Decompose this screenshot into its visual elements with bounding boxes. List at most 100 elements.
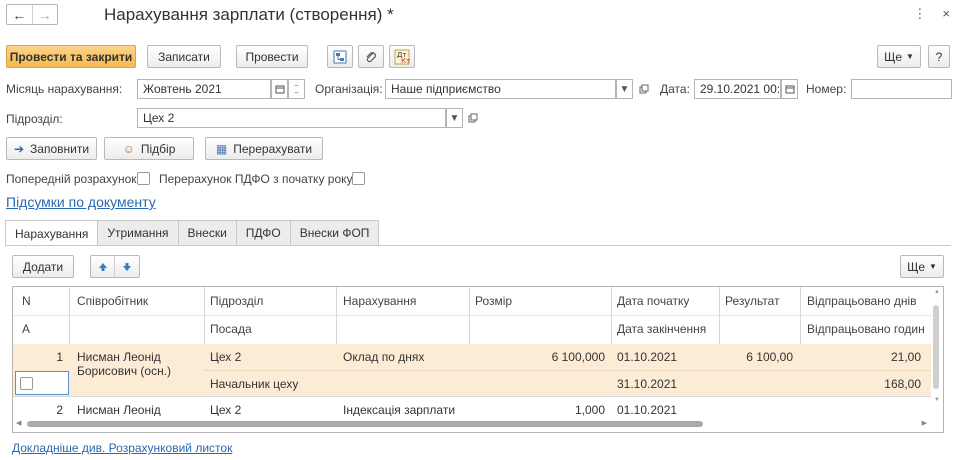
person-select-icon: ☺ <box>122 141 135 156</box>
date-field[interactable]: 29.10.2021 00:00:00 <box>694 79 781 99</box>
help-button[interactable]: ? <box>928 45 950 68</box>
more-label: Ще <box>884 49 902 64</box>
structure-icon[interactable] <box>327 45 353 68</box>
organization-field[interactable]: Наше підприємство <box>385 79 616 99</box>
header-size[interactable]: Розмір <box>475 294 512 308</box>
row1-department[interactable]: Цех 2 <box>210 350 241 364</box>
date-calendar-icon[interactable] <box>781 79 798 99</box>
organization-open-icon[interactable] <box>635 80 653 98</box>
row2-employee[interactable]: Нисман Леонід <box>77 403 161 417</box>
close-icon[interactable]: × <box>942 6 950 22</box>
scroll-left-icon[interactable]: ◀ <box>16 419 21 427</box>
row1-hours-worked[interactable]: 168,00 <box>807 377 921 391</box>
payslip-link[interactable]: Докладніше див. Розрахунковий листок <box>12 441 232 455</box>
header-a[interactable]: A <box>22 322 30 336</box>
tab-pdfo[interactable]: ПДФО <box>235 220 291 245</box>
scroll-down-icon[interactable]: ▼ <box>934 397 940 403</box>
horizontal-scrollbar[interactable]: ◀ ▶ <box>13 416 931 432</box>
calculator-icon: ▦ <box>215 141 228 156</box>
recalculate-label: Перерахувати <box>233 141 313 156</box>
row2-accrual[interactable]: Індексація зарплати <box>343 403 455 417</box>
add-row-button[interactable]: Додати <box>12 255 74 278</box>
window-controls: ⋮ × <box>913 6 950 22</box>
header-date-start[interactable]: Дата початку <box>617 294 689 308</box>
save-button[interactable]: Записати <box>147 45 221 68</box>
fill-arrow-icon: ➔ <box>13 141 25 156</box>
row1-date-start[interactable]: 01.10.2021 <box>617 350 677 364</box>
vertical-scroll-thumb[interactable] <box>933 305 939 389</box>
select-label: Підбір <box>140 141 176 156</box>
month-stepper[interactable]: – – <box>288 79 305 99</box>
header-mid-line <box>13 315 931 316</box>
row2-department[interactable]: Цех 2 <box>210 403 241 417</box>
header-days-worked[interactable]: Відпрацьовано днів <box>807 294 917 308</box>
recalculate-button[interactable]: ▦ Перерахувати <box>205 137 323 160</box>
row1-checkbox[interactable] <box>20 377 33 390</box>
row1-days-worked[interactable]: 21,00 <box>807 350 921 364</box>
fill-button[interactable]: ➔ Заповнити <box>6 137 97 160</box>
header-result[interactable]: Результат <box>725 294 780 308</box>
header-date-end[interactable]: Дата закінчення <box>617 322 706 336</box>
row1-size[interactable]: 6 100,000 <box>475 350 605 364</box>
page-title: Нарахування зарплати (створення) * <box>104 5 394 24</box>
row1-position[interactable]: Начальник цеху <box>210 377 298 391</box>
svg-text:Кт: Кт <box>401 57 410 65</box>
tab-contributions[interactable]: Внески <box>177 220 237 245</box>
row1-accrual[interactable]: Оклад по днях <box>343 350 424 364</box>
row1-date-end[interactable]: 31.10.2021 <box>617 377 677 391</box>
horizontal-scroll-thumb[interactable] <box>27 421 703 427</box>
department-field[interactable]: Цех 2 <box>137 108 446 128</box>
pdfo-recalc-checkbox[interactable] <box>352 172 365 185</box>
forward-icon[interactable]: → <box>31 5 58 24</box>
header-department[interactable]: Підрозділ <box>210 294 263 308</box>
select-button[interactable]: ☺ Підбір <box>104 137 194 160</box>
month-field[interactable]: Жовтень 2021 <box>137 79 271 99</box>
organization-dropdown-icon[interactable]: ▼ <box>616 79 633 99</box>
row2-n: 2 <box>56 403 63 417</box>
scroll-up-icon[interactable]: ▲ <box>934 289 940 295</box>
stepper-down-icon[interactable]: – <box>295 89 299 96</box>
stepper-up-icon[interactable]: – <box>295 82 299 89</box>
row1-mid-line <box>204 370 931 371</box>
department-dropdown-icon[interactable]: ▼ <box>446 108 463 128</box>
tab-divider <box>5 245 951 246</box>
document-totals-link[interactable]: Підсумки по документу <box>6 194 156 210</box>
header-hours-worked[interactable]: Відпрацьовано годин <box>807 322 925 336</box>
tab-bar: Нарахування Утримання Внески ПДФО Внески… <box>5 220 380 246</box>
col-divider-5 <box>611 287 612 344</box>
header-accrual[interactable]: Нарахування <box>343 294 416 308</box>
tab-fop-contributions[interactable]: Внески ФОП <box>289 220 380 245</box>
row1-result[interactable]: 6 100,00 <box>725 350 793 364</box>
calendar-icon[interactable] <box>271 79 288 99</box>
row2-date-start[interactable]: 01.10.2021 <box>617 403 677 417</box>
header-position[interactable]: Посада <box>210 322 252 336</box>
department-open-icon[interactable] <box>464 109 482 127</box>
row1-n: 1 <box>56 350 63 364</box>
more-button[interactable]: Ще ▼ <box>877 45 921 68</box>
scroll-right-icon[interactable]: ▶ <box>922 419 927 427</box>
row1-employee[interactable]: Нисман Леонід Борисович (осн.) <box>77 350 171 378</box>
preliminary-calc-checkbox[interactable] <box>137 172 150 185</box>
move-down-icon[interactable] <box>115 256 139 277</box>
pdfo-recalc-label: Перерахунок ПДФО з початку року: <box>159 172 356 186</box>
move-up-icon[interactable] <box>91 256 115 277</box>
table-more-label: Ще <box>907 259 925 274</box>
move-buttons <box>90 255 140 278</box>
more-menu-icon[interactable]: ⋮ <box>913 6 926 22</box>
debit-credit-icon[interactable]: Дт Кт <box>389 45 415 68</box>
date-label: Дата: <box>660 82 690 96</box>
row2-size[interactable]: 1,000 <box>475 403 605 417</box>
row1-employee-line2: Борисович (осн.) <box>77 364 172 378</box>
post-and-close-button[interactable]: Провести та закрити <box>6 45 136 68</box>
tab-deductions[interactable]: Утримання <box>97 220 179 245</box>
header-employee[interactable]: Співробітник <box>77 294 148 308</box>
post-button[interactable]: Провести <box>236 45 308 68</box>
vertical-scrollbar[interactable]: ▲ ▼ <box>930 287 942 417</box>
back-icon[interactable]: ← <box>7 5 32 24</box>
accruals-table: N Співробітник Підрозділ Нарахування Роз… <box>12 286 944 433</box>
table-more-button[interactable]: Ще ▼ <box>900 255 944 278</box>
tab-accruals[interactable]: Нарахування <box>5 220 99 246</box>
number-field[interactable] <box>851 79 952 99</box>
attachment-icon[interactable] <box>358 45 384 68</box>
header-n[interactable]: N <box>22 294 31 308</box>
